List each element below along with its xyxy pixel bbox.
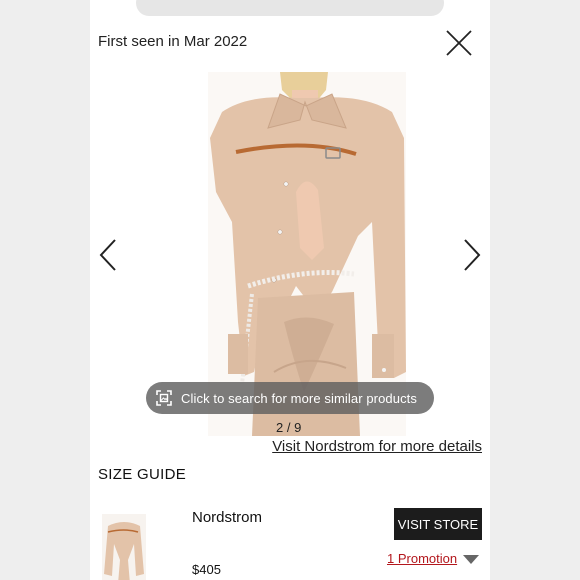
visit-retailer-link[interactable]: Visit Nordstrom for more details xyxy=(272,438,482,455)
size-guide-heading[interactable]: SIZE GUIDE xyxy=(98,466,186,483)
chevron-right-icon xyxy=(464,239,481,271)
first-seen-label: First seen in Mar 2022 xyxy=(98,33,248,50)
product-detail-panel: First seen in Mar 2022 Click to search f… xyxy=(90,0,490,580)
price: $405 xyxy=(192,562,221,577)
close-icon xyxy=(446,30,472,56)
image-search-icon xyxy=(156,390,172,406)
close-button[interactable] xyxy=(446,30,472,56)
previous-image-button[interactable] xyxy=(98,238,118,272)
store-name: Nordstrom xyxy=(192,509,263,526)
next-image-button[interactable] xyxy=(462,238,482,272)
caret-down-icon[interactable] xyxy=(463,555,479,564)
offer-thumbnail[interactable] xyxy=(102,514,146,580)
image-counter: 2 / 9 xyxy=(276,420,302,435)
promotion-link[interactable]: 1 Promotion xyxy=(387,551,457,566)
search-bar-remnant[interactable] xyxy=(136,0,444,16)
similar-products-search-button[interactable]: Click to search for more similar product… xyxy=(146,382,434,414)
chevron-left-icon xyxy=(99,239,116,271)
visit-store-button[interactable]: VISIT STORE xyxy=(394,508,482,540)
similar-products-label: Click to search for more similar product… xyxy=(181,390,417,406)
thumbnail-photo xyxy=(102,514,146,580)
